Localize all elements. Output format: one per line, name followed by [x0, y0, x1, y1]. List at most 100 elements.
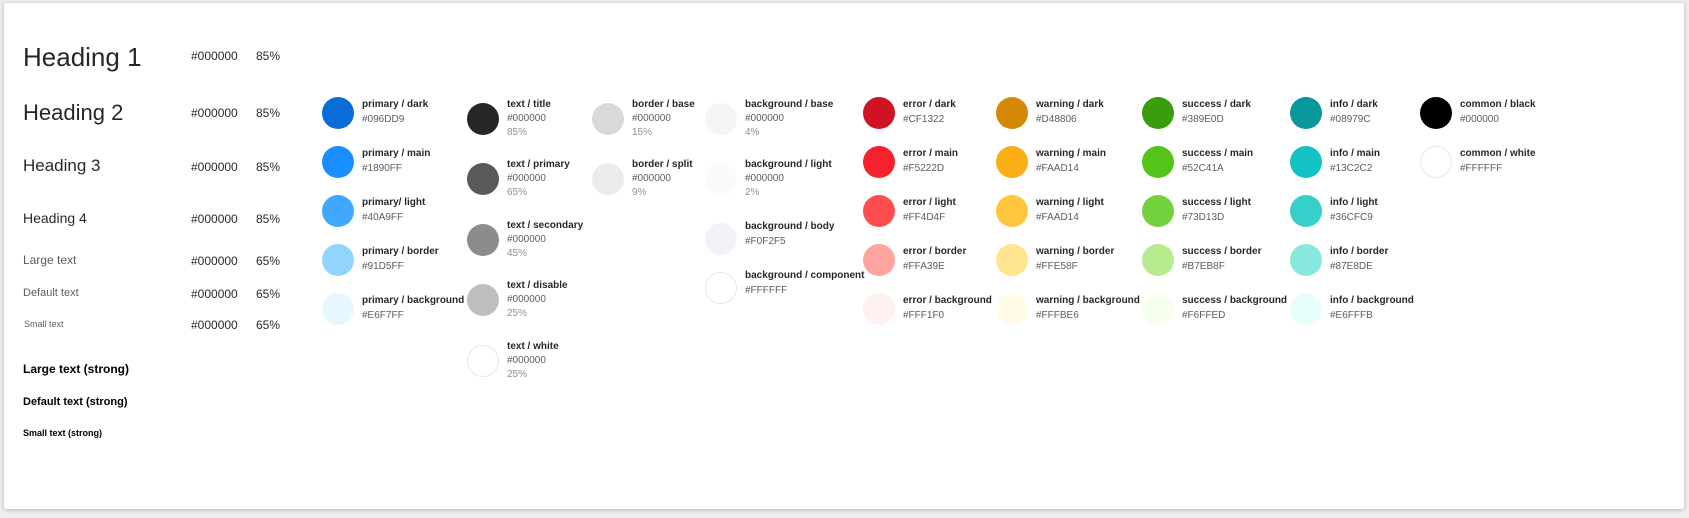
swatch-hex: #FFFFFF [1460, 163, 1503, 174]
typo-color: #000000 [191, 287, 238, 301]
color-dot [467, 163, 499, 195]
color-dot [996, 244, 1028, 276]
color-dot [592, 103, 624, 135]
typo-label: Heading 4 [23, 210, 87, 226]
typo-color: #000000 [191, 318, 238, 332]
color-dot [705, 163, 737, 195]
color-dot [996, 293, 1028, 325]
typo-label: Default text (strong) [23, 396, 128, 408]
swatch-name: warning / border [1036, 246, 1115, 257]
typo-color: #000000 [191, 254, 238, 268]
swatch-hex: #FAAD14 [1036, 212, 1079, 223]
color-dot [1290, 244, 1322, 276]
swatch-name: success / dark [1182, 99, 1251, 110]
style-guide-card: Heading 1 #000000 85% Heading 2 #000000 … [4, 3, 1684, 509]
swatch-hex: #87E8DE [1330, 261, 1373, 272]
color-dot [467, 284, 499, 316]
swatch-hex: #F0F2F5 [745, 236, 786, 247]
swatch-hex: #FFF1F0 [903, 310, 945, 321]
swatch-hex: #CF1322 [903, 114, 945, 125]
swatch-hex: #73D13D [1182, 212, 1225, 223]
swatch-info-background: info / background #E6FFFB [1290, 293, 1500, 333]
swatch-alpha: 15% [632, 127, 653, 138]
color-dot [1290, 195, 1322, 227]
color-dot [322, 195, 354, 227]
color-dot [467, 224, 499, 256]
color-dot [863, 195, 895, 227]
swatch-name: border / split [632, 159, 693, 170]
swatch-name: success / background [1182, 295, 1288, 306]
swatch-name: primary / background [362, 295, 465, 306]
swatch-name: info / light [1330, 197, 1378, 208]
swatch-name: border / base [632, 99, 695, 110]
typo-label: Default text [23, 287, 79, 299]
color-dot [1420, 97, 1452, 129]
swatch-name: success / light [1182, 197, 1251, 208]
swatch-name: background / base [745, 99, 834, 110]
swatch-hex: #E6FFFB [1330, 310, 1373, 321]
swatch-alpha: 4% [745, 127, 760, 138]
swatch-hex: #1890FF [362, 163, 403, 174]
swatch-hex: #FFE58F [1036, 261, 1078, 272]
swatch-alpha: 9% [632, 187, 647, 198]
swatch-name: info / background [1330, 295, 1414, 306]
swatch-hex: #F6FFED [1182, 310, 1226, 321]
color-dot [1142, 97, 1174, 129]
swatch-name: primary/ light [362, 197, 426, 208]
swatch-text-secondary: text / secondary #000000 45% [467, 220, 677, 264]
color-dot [1142, 146, 1174, 178]
swatch-hex: #E6F7FF [362, 310, 404, 321]
swatch-name: warning / background [1036, 295, 1140, 306]
swatch-hex: #000000 [507, 113, 546, 124]
swatch-name: common / white [1460, 148, 1536, 159]
typo-label: Large text (strong) [23, 362, 130, 376]
swatch-name: error / dark [903, 99, 956, 110]
swatch-name: info / main [1330, 148, 1380, 159]
typo-label: Heading 2 [23, 100, 124, 125]
swatch-hex: #13C2C2 [1330, 163, 1373, 174]
swatch-name: error / border [903, 246, 967, 257]
color-dot [996, 146, 1028, 178]
swatch-hex: #000000 [507, 234, 546, 245]
swatch-hex: #36CFC9 [1330, 212, 1373, 223]
swatch-hex: #000000 [745, 113, 784, 124]
swatch-hex: #40A9FF [362, 212, 404, 223]
color-dot [705, 223, 737, 255]
typo-alpha: 65% [256, 287, 281, 301]
color-dot [322, 146, 354, 178]
swatch-alpha: 45% [507, 248, 528, 259]
typo-alpha: 65% [256, 254, 281, 268]
swatch-info-border: info / border #87E8DE [1290, 244, 1500, 284]
color-dot [705, 272, 737, 304]
swatch-name: primary / border [362, 246, 439, 257]
swatch-info-light: info / light #36CFC9 [1290, 195, 1500, 235]
swatch-hex: #FFA39E [903, 261, 945, 272]
swatch-common-black: common / black #000000 [1420, 97, 1630, 137]
typo-alpha: 65% [256, 318, 281, 332]
color-dot [467, 103, 499, 135]
typo-alpha: 85% [256, 49, 281, 63]
color-dot [996, 195, 1028, 227]
swatch-hex: #FFFBE6 [1036, 310, 1079, 321]
swatch-hex: #F5222D [903, 163, 945, 174]
typo-alpha: 85% [256, 106, 281, 120]
swatch-hex: #FFFFFF [745, 285, 788, 296]
typo-color: #000000 [191, 49, 238, 63]
swatch-hex: #91D5FF [362, 261, 404, 272]
color-dot [1142, 244, 1174, 276]
swatch-hex: #FAAD14 [1036, 163, 1079, 174]
color-dot [1290, 97, 1322, 129]
swatch-hex: #08979C [1330, 114, 1371, 125]
typo-color: #000000 [191, 106, 238, 120]
swatch-text-disable: text / disable #000000 25% [467, 280, 677, 324]
swatch-name: warning / light [1036, 197, 1104, 208]
color-dot [322, 293, 354, 325]
swatch-name: background / component [745, 270, 865, 281]
color-dot [863, 97, 895, 129]
swatch-alpha: 85% [507, 127, 528, 138]
color-dot [322, 97, 354, 129]
color-dot [1420, 146, 1452, 178]
swatch-hex: #389E0D [1182, 114, 1224, 125]
swatch-name: background / body [745, 221, 835, 232]
color-dot [996, 97, 1028, 129]
